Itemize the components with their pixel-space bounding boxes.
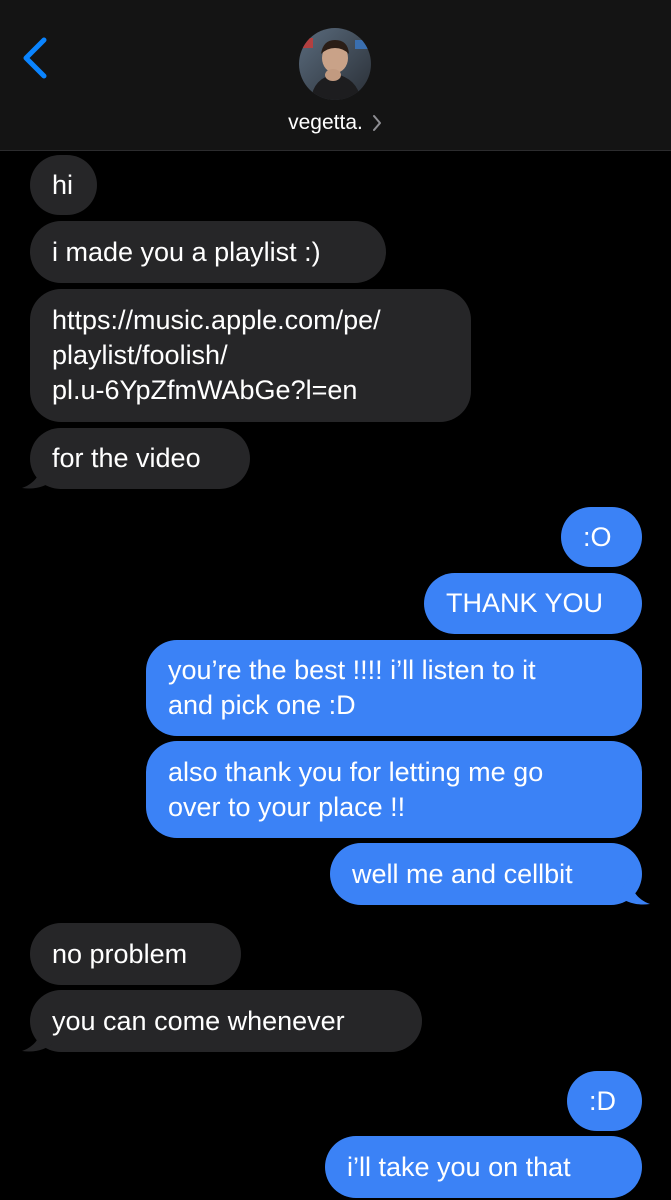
message-outgoing[interactable]: :D <box>567 1071 642 1131</box>
message-text: https://music.apple.com/pe/ <box>52 305 381 335</box>
contact-name-button[interactable]: vegetta. <box>0 108 671 138</box>
message-incoming[interactable]: https://music.apple.com/pe/ playlist/foo… <box>30 289 471 422</box>
contact-photo-icon <box>299 28 371 100</box>
message-text: THANK YOU <box>446 588 604 618</box>
message-outgoing[interactable]: :O <box>561 507 642 567</box>
message-text: also thank you for letting me go <box>168 756 544 787</box>
message-incoming[interactable]: you can come whenever <box>30 990 422 1052</box>
chevron-right-icon <box>372 115 381 131</box>
message-text: you’re the best !!!! i’ll listen to it <box>168 655 536 685</box>
conversation-header: vegetta. <box>0 0 671 151</box>
message-text: you can come whenever <box>52 1005 345 1036</box>
message-outgoing[interactable]: i’ll take you on that <box>325 1136 642 1198</box>
message-outgoing[interactable]: well me and cellbit <box>330 843 642 905</box>
message-incoming[interactable]: i made you a playlist :) <box>30 221 386 283</box>
back-button[interactable] <box>18 36 52 80</box>
message-outgoing[interactable]: THANK YOU <box>424 573 642 634</box>
contact-name: vegetta. <box>288 111 363 134</box>
message-text: well me and cellbit <box>352 858 573 889</box>
message-text: :O <box>583 521 612 552</box>
bubble-tail-incoming <box>22 1023 54 1052</box>
message-text: i made you a playlist :) <box>52 236 321 267</box>
message-text: over to your place !! <box>168 791 406 822</box>
message-outgoing[interactable]: also thank you for letting me go over to… <box>146 741 642 838</box>
message-outgoing[interactable]: you’re the best !!!! i’ll listen to it a… <box>146 640 642 736</box>
message-text: i’ll take you on that <box>347 1151 571 1182</box>
message-incoming[interactable]: hi <box>30 155 97 215</box>
message-text: and pick one :D <box>168 690 356 720</box>
message-text: hi <box>52 169 74 200</box>
message-text: no problem <box>52 938 188 969</box>
message-text: :D <box>589 1085 616 1116</box>
message-text: pl.u-6YpZfmWAbGe?l=en <box>52 375 358 405</box>
avatar[interactable] <box>299 28 371 100</box>
bubble-tail-incoming <box>22 460 54 489</box>
chevron-left-icon <box>23 37 47 79</box>
message-incoming[interactable]: no problem <box>30 923 241 985</box>
message-text: for the video <box>52 443 201 473</box>
bubble-tail-outgoing <box>618 876 650 905</box>
message-incoming[interactable]: for the video <box>30 428 250 489</box>
message-text: playlist/foolish/ <box>52 340 228 370</box>
